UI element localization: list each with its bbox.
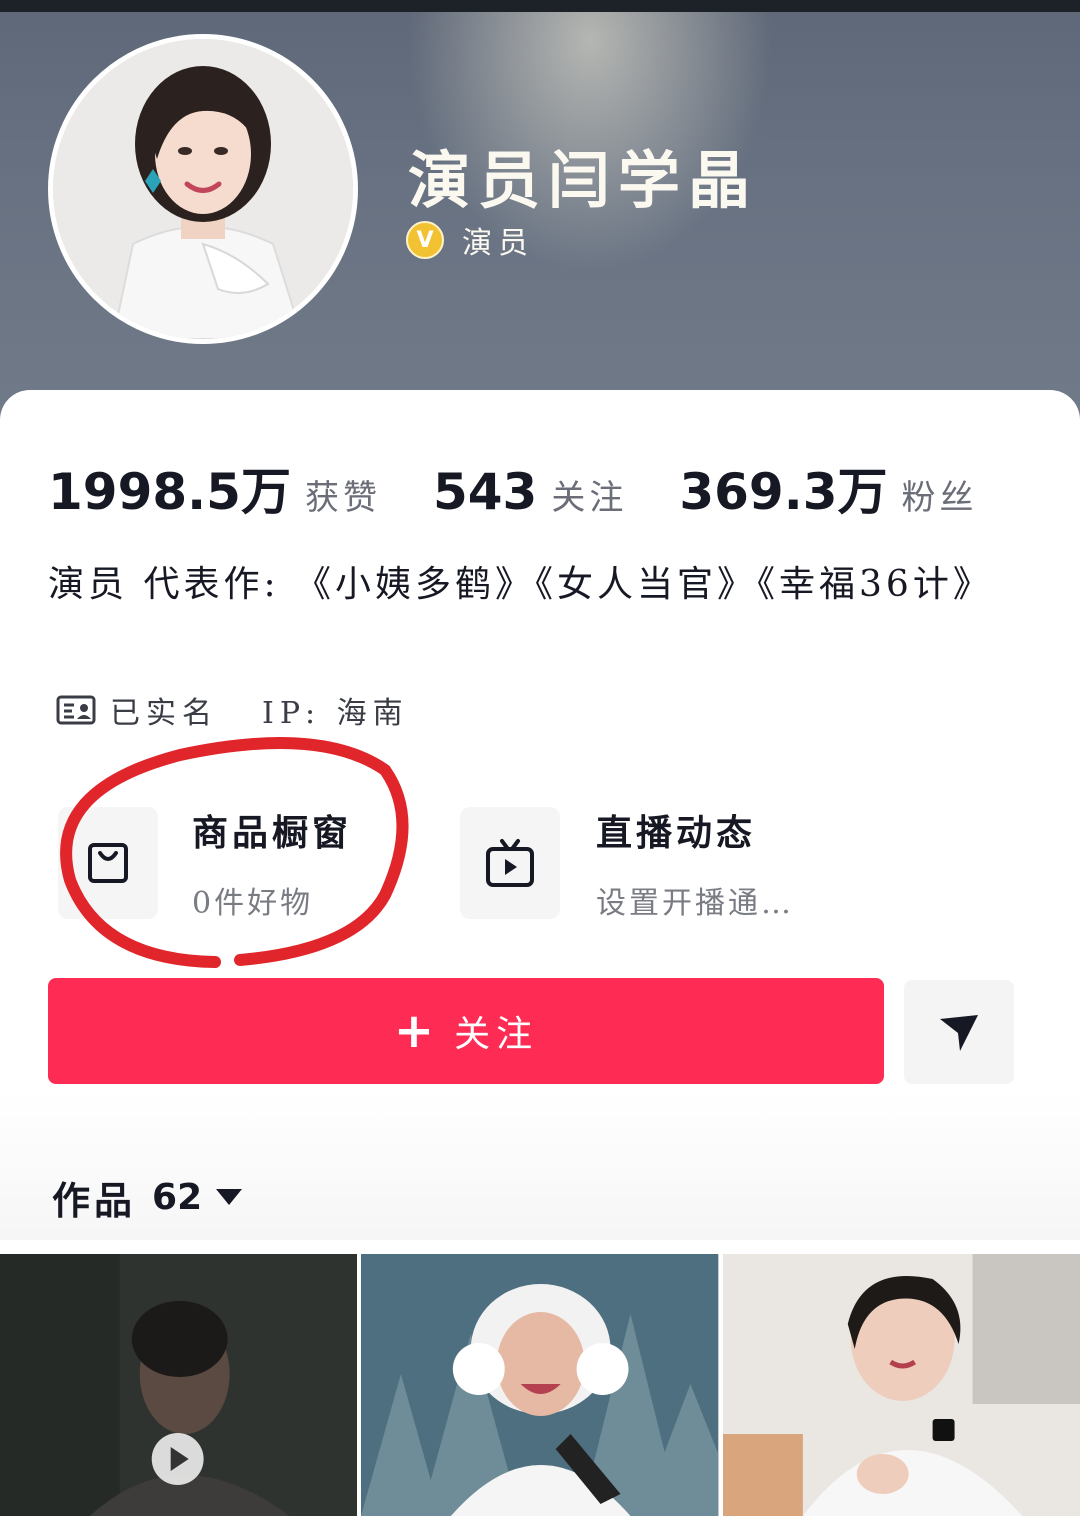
follow-button[interactable]: + 关注 xyxy=(48,978,884,1084)
share-button[interactable] xyxy=(904,980,1014,1084)
works-count: 62 xyxy=(152,1177,203,1218)
caret-down-icon[interactable] xyxy=(214,1187,244,1209)
video-thumbnail-image xyxy=(361,1254,719,1516)
works-label: 作品 xyxy=(52,1178,137,1223)
follow-label: 关注 xyxy=(454,1014,539,1055)
works-tab[interactable]: 作品 62 xyxy=(52,1170,244,1225)
video-thumbnail[interactable] xyxy=(361,1254,719,1516)
video-thumbnail-image xyxy=(0,1254,358,1516)
send-icon xyxy=(940,1015,978,1051)
video-thumbnail-image xyxy=(722,1254,1080,1516)
video-thumbnail[interactable] xyxy=(0,1254,358,1516)
works-grid xyxy=(0,1254,1080,1516)
video-thumbnail[interactable] xyxy=(722,1254,1080,1516)
plus-icon: + xyxy=(393,1003,441,1059)
